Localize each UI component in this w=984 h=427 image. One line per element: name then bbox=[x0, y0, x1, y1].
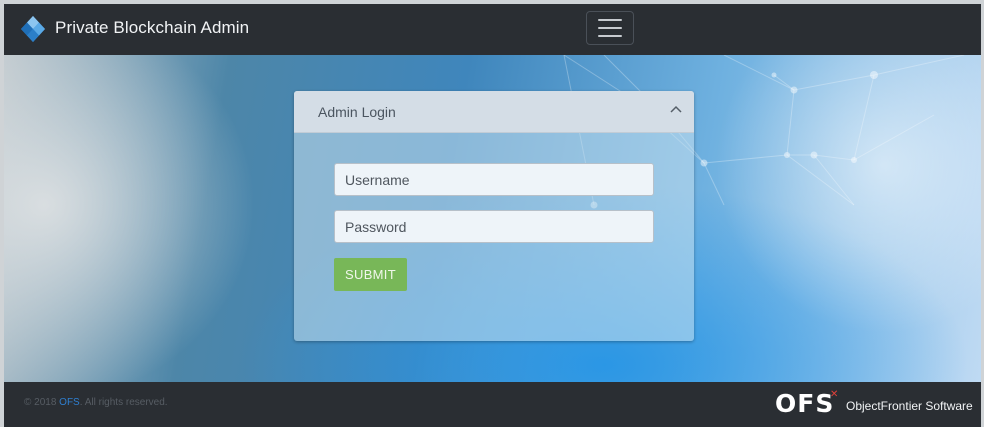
ofs-link[interactable]: OFS bbox=[59, 397, 80, 408]
username-input[interactable] bbox=[334, 163, 654, 196]
company-name: ObjectFrontier Software bbox=[846, 399, 973, 413]
chevron-up-icon[interactable] bbox=[670, 105, 682, 113]
card-header[interactable]: Admin Login bbox=[294, 91, 694, 133]
copyright-suffix: . All rights reserved. bbox=[79, 397, 168, 408]
app-title[interactable]: Private Blockchain Admin bbox=[55, 18, 249, 38]
top-navbar: Private Blockchain Admin bbox=[4, 4, 981, 56]
card-title: Admin Login bbox=[318, 104, 396, 120]
password-input[interactable] bbox=[334, 210, 654, 243]
copyright-text: © 2018 OFS. All rights reserved. bbox=[24, 397, 168, 408]
footer: © 2018 OFS. All rights reserved. OFS ✕ O… bbox=[4, 382, 981, 427]
logo-accent-icon: ✕ bbox=[830, 389, 839, 400]
hamburger-menu-button[interactable] bbox=[586, 11, 634, 45]
hamburger-icon bbox=[598, 19, 622, 21]
ofs-logo: OFS bbox=[775, 389, 835, 418]
copyright-prefix: © 2018 bbox=[24, 397, 60, 408]
hamburger-icon bbox=[598, 27, 622, 29]
blockchain-cube-logo[interactable] bbox=[18, 14, 48, 44]
hamburger-icon bbox=[598, 35, 622, 37]
submit-button[interactable]: SUBMIT bbox=[334, 258, 407, 291]
admin-login-card: Admin Login SUBMIT bbox=[294, 91, 694, 341]
hero-background: Admin Login SUBMIT bbox=[4, 55, 981, 382]
app-window: Private Blockchain Admin Admin Login Use… bbox=[4, 4, 981, 427]
